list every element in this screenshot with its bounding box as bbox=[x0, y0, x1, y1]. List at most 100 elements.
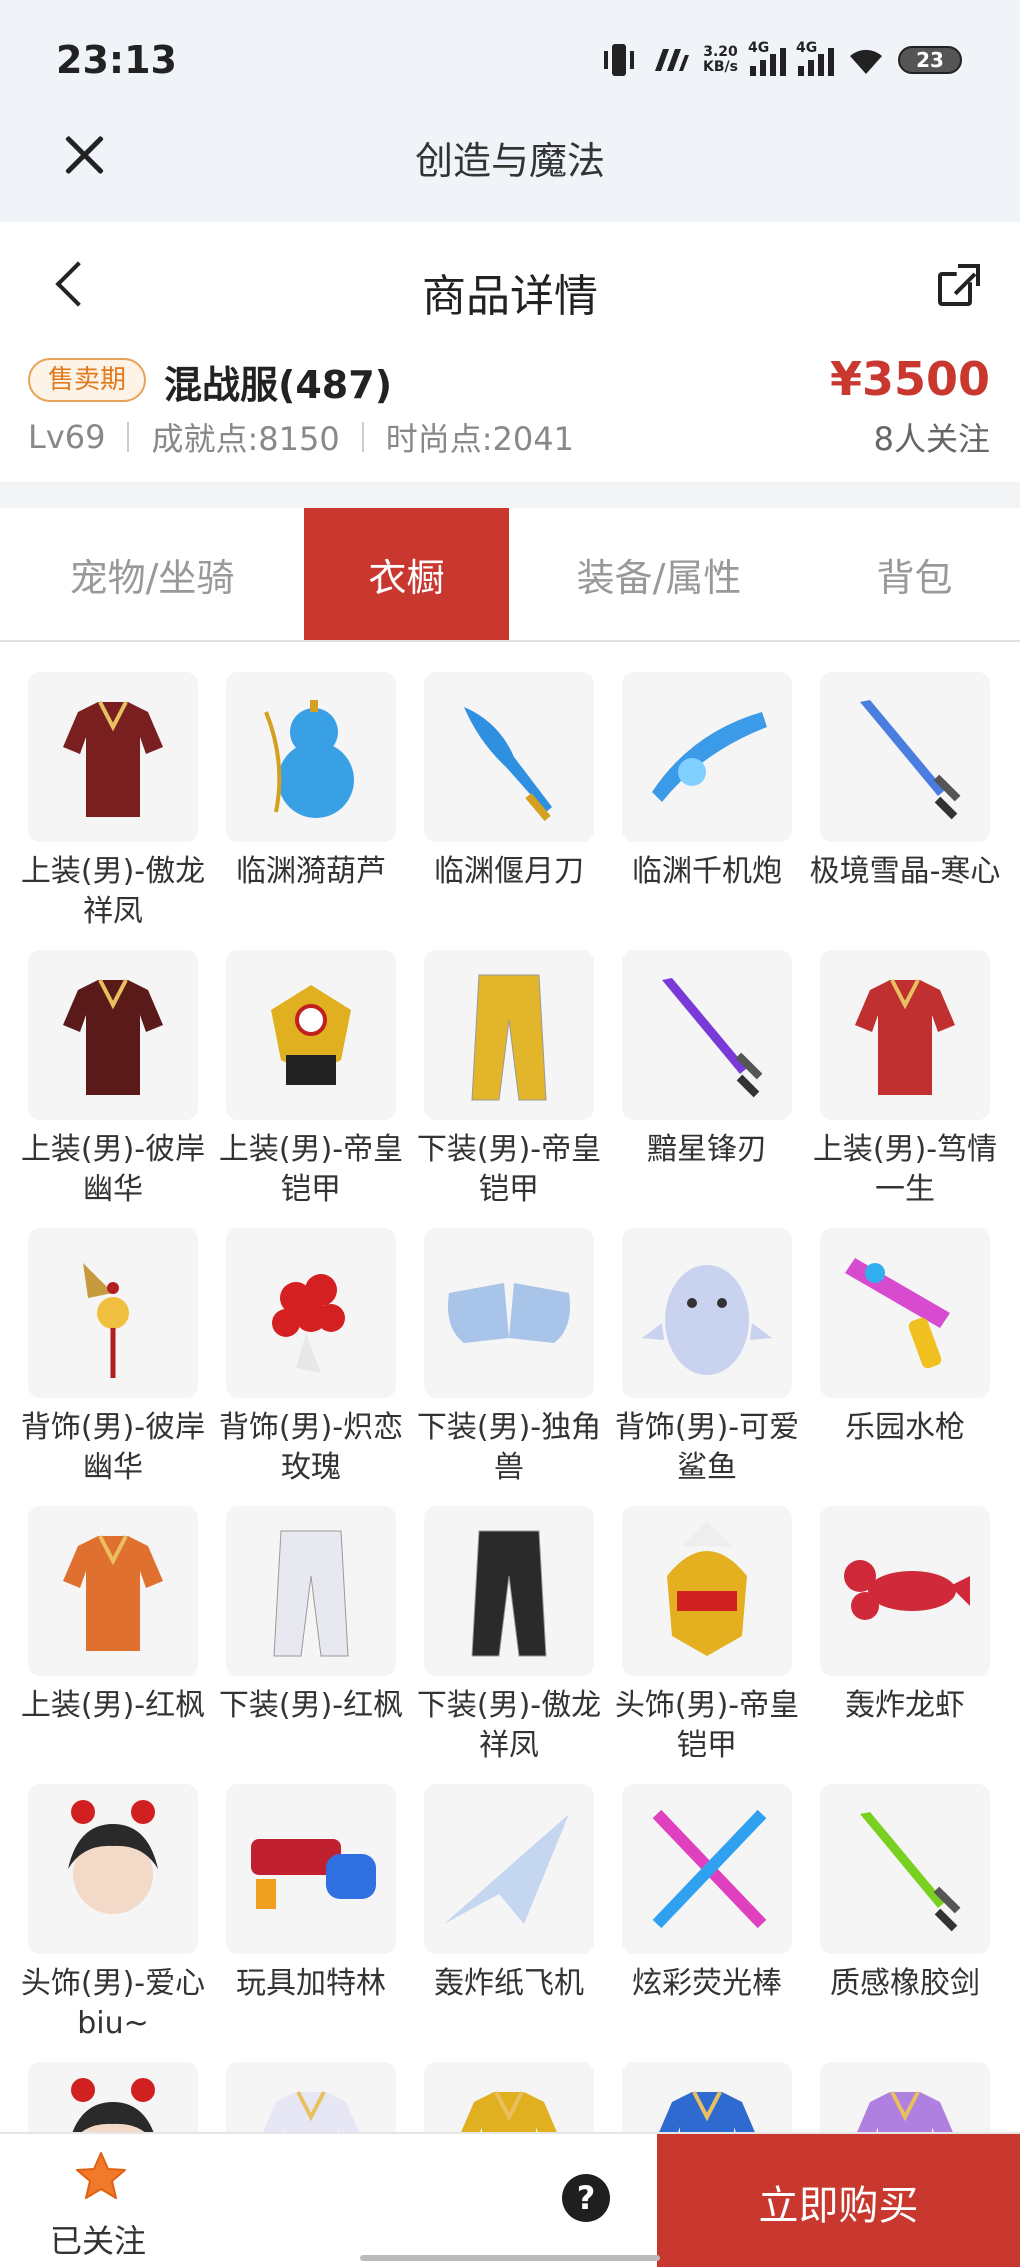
nfc-icon bbox=[655, 49, 690, 71]
tab-wardrobe[interactable]: 衣橱 bbox=[304, 508, 509, 640]
wardrobe-item[interactable]: 乐园水枪 bbox=[820, 1228, 990, 1506]
item-name: 背饰(男)-可爱鲨鱼 bbox=[614, 1410, 800, 1485]
gourd-thumbnail bbox=[226, 672, 396, 842]
signal-icon: 4G bbox=[796, 40, 834, 76]
bottom-bar: 已关注 ? 立即购买 bbox=[0, 2132, 1020, 2267]
share-icon[interactable] bbox=[936, 264, 980, 308]
sword-icon bbox=[860, 1812, 961, 1932]
outfit-thumbnail bbox=[28, 672, 198, 842]
page-title: 商品详情 bbox=[422, 271, 598, 322]
glowstick-icon bbox=[652, 1809, 767, 1929]
wardrobe-item[interactable]: 质感橡胶剑 bbox=[820, 1784, 990, 2062]
lobster-thumbnail bbox=[820, 1506, 990, 1676]
wardrobe-item[interactable]: 背饰(男)-炽恋玫瑰 bbox=[219, 1228, 403, 1506]
pants-thumbnail bbox=[226, 1506, 396, 1676]
divider bbox=[127, 422, 130, 452]
product-info: 售卖期 混战服(487) ¥3500 Lv69 成就点:8150 时尚点:204… bbox=[0, 342, 1020, 482]
glowstick-thumbnail bbox=[622, 1784, 792, 1954]
gourd-icon bbox=[264, 700, 354, 818]
wardrobe-item[interactable]: 下装(男)-独角兽 bbox=[417, 1228, 601, 1506]
item-name: 下装(男)-帝皇铠甲 bbox=[416, 1132, 602, 1207]
pants-icon bbox=[471, 974, 547, 1101]
signal-icon: 4G bbox=[748, 40, 786, 76]
wardrobe-item[interactable]: 临渊漪葫芦 bbox=[226, 672, 396, 950]
wardrobe-item[interactable]: 上装(男)-红枫 bbox=[21, 1506, 205, 1784]
fan-icon bbox=[83, 1263, 129, 1378]
sword-thumbnail bbox=[820, 672, 990, 842]
tab-backpack[interactable]: 背包 bbox=[809, 508, 1020, 640]
wardrobe-item[interactable]: 炫彩荧光棒 bbox=[622, 1784, 792, 2062]
wardrobe-item[interactable]: 上装(男)-笃情一生 bbox=[813, 950, 997, 1228]
wardrobe-item[interactable]: 上装(男)-帝皇铠甲 bbox=[219, 950, 403, 1228]
battery-icon: 23 bbox=[898, 46, 962, 74]
sword-icon bbox=[860, 700, 961, 820]
item-name: 极境雪晶-寒心 bbox=[809, 854, 1001, 889]
item-name: 背饰(男)-彼岸幽华 bbox=[20, 1410, 206, 1485]
outfit-thumbnail bbox=[28, 950, 198, 1120]
buy-now-button[interactable]: 立即购买 bbox=[657, 2134, 1020, 2267]
head-thumbnail bbox=[28, 1784, 198, 1954]
watergun-thumbnail bbox=[820, 1228, 990, 1398]
item-name: 上装(男)-红枫 bbox=[20, 1688, 206, 1723]
item-name: 炫彩荧光棒 bbox=[632, 1966, 782, 2001]
wardrobe-item[interactable]: 临渊偃月刀 bbox=[424, 672, 594, 950]
watergun-icon bbox=[845, 1258, 950, 1369]
price: ¥3500 bbox=[829, 352, 990, 406]
item-name: 临渊漪葫芦 bbox=[236, 854, 386, 889]
tab-bar: 宠物/坐骑 衣橱 装备/属性 背包 bbox=[0, 508, 1020, 642]
section-divider bbox=[0, 482, 1020, 508]
home-indicator[interactable] bbox=[360, 2255, 660, 2261]
cannon-icon bbox=[652, 712, 767, 802]
wardrobe-item[interactable]: 背饰(男)-彼岸幽华 bbox=[21, 1228, 205, 1506]
status-bar: 23:13 3.20 KB/s 4G 4G 23 bbox=[0, 0, 1020, 110]
blade-icon bbox=[464, 707, 552, 822]
star-icon[interactable] bbox=[74, 2150, 128, 2204]
boots-thumbnail bbox=[424, 1228, 594, 1398]
net-speed: 3.20 KB/s bbox=[703, 45, 738, 75]
wardrobe-item[interactable]: 背饰(男)-可爱鲨鱼 bbox=[615, 1228, 799, 1506]
outfit-icon bbox=[855, 979, 955, 1095]
tab-pets-mounts[interactable]: 宠物/坐骑 bbox=[0, 508, 304, 640]
wardrobe-item[interactable]: 轰炸纸飞机 bbox=[424, 1784, 594, 2062]
item-name: 轰炸龙虾 bbox=[845, 1688, 965, 1723]
item-name: 下装(男)-独角兽 bbox=[416, 1410, 602, 1485]
shark-icon bbox=[642, 1265, 772, 1375]
follower-count: 8人关注 bbox=[873, 420, 990, 458]
achievement-points: 成就点:8150 bbox=[151, 420, 340, 458]
wardrobe-item[interactable]: 头饰(男)-帝皇铠甲 bbox=[615, 1506, 799, 1784]
wardrobe-item[interactable]: 上装(男)-彼岸幽华 bbox=[21, 950, 205, 1228]
item-name: 玩具加特林 bbox=[236, 1966, 386, 2001]
sword-icon bbox=[662, 978, 763, 1098]
sword-thumbnail bbox=[820, 1784, 990, 1954]
item-name: 上装(男)-笃情一生 bbox=[812, 1132, 998, 1207]
status-time: 23:13 bbox=[56, 38, 177, 82]
pants-thumbnail bbox=[424, 950, 594, 1120]
wardrobe-item[interactable]: 黯星锋刃 bbox=[622, 950, 792, 1228]
lobster-icon bbox=[844, 1560, 970, 1620]
server-name: 混战服(487) bbox=[164, 363, 393, 407]
help-icon[interactable]: ? bbox=[562, 2174, 610, 2222]
wardrobe-item[interactable]: 极境雪晶-寒心 bbox=[810, 672, 1000, 950]
item-name: 头饰(男)-爱心biu~ bbox=[20, 1966, 206, 2041]
wardrobe-item[interactable]: 玩具加特林 bbox=[226, 1784, 396, 2062]
follow-label[interactable]: 已关注 bbox=[50, 2216, 146, 2262]
blade-thumbnail bbox=[424, 672, 594, 842]
item-name: 上装(男)-彼岸幽华 bbox=[20, 1132, 206, 1207]
wardrobe-item[interactable]: 头饰(男)-爱心biu~ bbox=[21, 1784, 205, 2062]
item-name: 背饰(男)-炽恋玫瑰 bbox=[218, 1410, 404, 1485]
item-name: 临渊千机炮 bbox=[632, 854, 782, 889]
wardrobe-item[interactable]: 下装(男)-红枫 bbox=[219, 1506, 403, 1784]
wardrobe-item[interactable]: 临渊千机炮 bbox=[622, 672, 792, 950]
wifi-icon bbox=[850, 49, 882, 74]
vibrate-icon bbox=[604, 44, 635, 76]
wardrobe-item[interactable]: 轰炸龙虾 bbox=[820, 1506, 990, 1784]
outfit-icon bbox=[63, 701, 163, 817]
wardrobe-item[interactable]: 下装(男)-帝皇铠甲 bbox=[417, 950, 601, 1228]
gatling-icon bbox=[251, 1839, 376, 1909]
wardrobe-item[interactable]: 上装(男)-傲龙祥凤 bbox=[21, 672, 205, 950]
wardrobe-item[interactable]: 下装(男)-傲龙祥凤 bbox=[417, 1506, 601, 1784]
armor-icon bbox=[271, 985, 351, 1085]
item-name: 乐园水枪 bbox=[845, 1410, 965, 1445]
tab-equipment[interactable]: 装备/属性 bbox=[509, 508, 809, 640]
sale-status-badge: 售卖期 bbox=[28, 358, 147, 402]
